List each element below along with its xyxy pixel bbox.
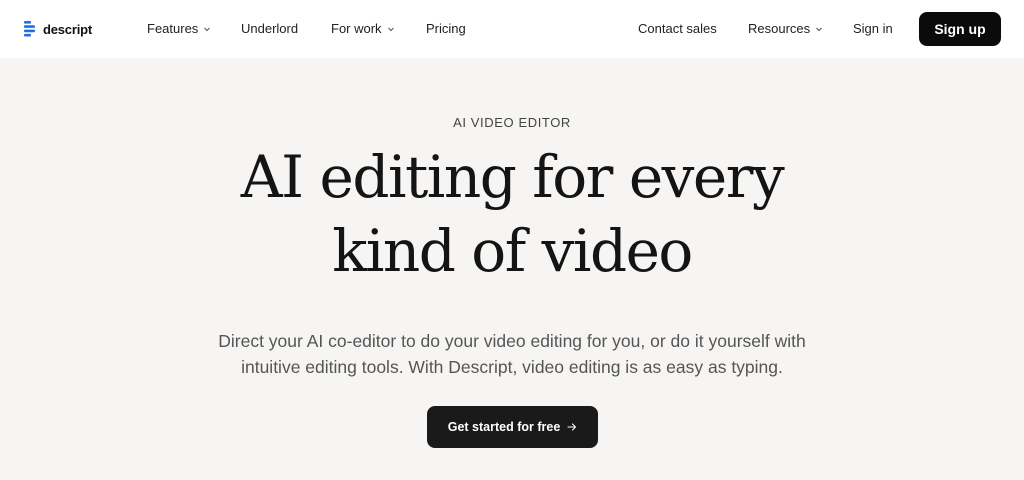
sign-up-label: Sign up	[934, 21, 986, 37]
nav-pricing-label: Pricing	[426, 21, 466, 36]
nav-resources-label: Resources	[748, 21, 811, 36]
chevron-down-icon	[816, 27, 823, 31]
nav-for-work-label: For work	[331, 21, 382, 36]
descript-logo-icon	[24, 21, 35, 37]
sign-up-button[interactable]: Sign up	[919, 12, 1001, 46]
get-started-label: Get started for free	[447, 420, 561, 434]
nav-underlord[interactable]: Underlord	[241, 21, 298, 36]
logo-link[interactable]: descript	[24, 20, 92, 38]
nav-for-work[interactable]: For work	[331, 21, 395, 36]
page: descript Features Underlord For work Pri…	[0, 0, 1024, 480]
chevron-down-icon	[387, 27, 394, 31]
hero-eyebrow: AI VIDEO EDITOR	[453, 115, 571, 130]
nav-resources[interactable]: Resources	[748, 21, 823, 36]
top-nav: descript Features Underlord For work Pri…	[0, 0, 1024, 58]
nav-underlord-label: Underlord	[241, 21, 299, 36]
hero-subtitle-line-1: Direct your AI co-editor to do your vide…	[218, 331, 806, 351]
nav-features-label: Features	[147, 21, 199, 36]
nav-sign-in[interactable]: Sign in	[853, 21, 893, 36]
hero-subtitle-line-2: intuitive editing tools. With Descript, …	[241, 357, 783, 377]
hero-headline-line-2: kind of video	[332, 217, 693, 285]
nav-contact-sales-label: Contact sales	[638, 21, 717, 36]
brand-name: descript	[43, 21, 92, 37]
nav-sign-in-label: Sign in	[853, 21, 893, 36]
hero-headline-line-1: AI editing for every	[240, 143, 785, 211]
arrow-right-icon	[567, 423, 577, 431]
hero-headline: AI editing for every kind of video	[0, 140, 1024, 288]
hero-subtitle: Direct your AI co-editor to do your vide…	[0, 328, 1024, 380]
nav-pricing[interactable]: Pricing	[426, 21, 466, 36]
nav-contact-sales[interactable]: Contact sales	[638, 21, 717, 36]
chevron-down-icon	[204, 27, 211, 31]
get-started-button[interactable]: Get started for free	[427, 406, 598, 448]
nav-features[interactable]: Features	[147, 21, 211, 36]
